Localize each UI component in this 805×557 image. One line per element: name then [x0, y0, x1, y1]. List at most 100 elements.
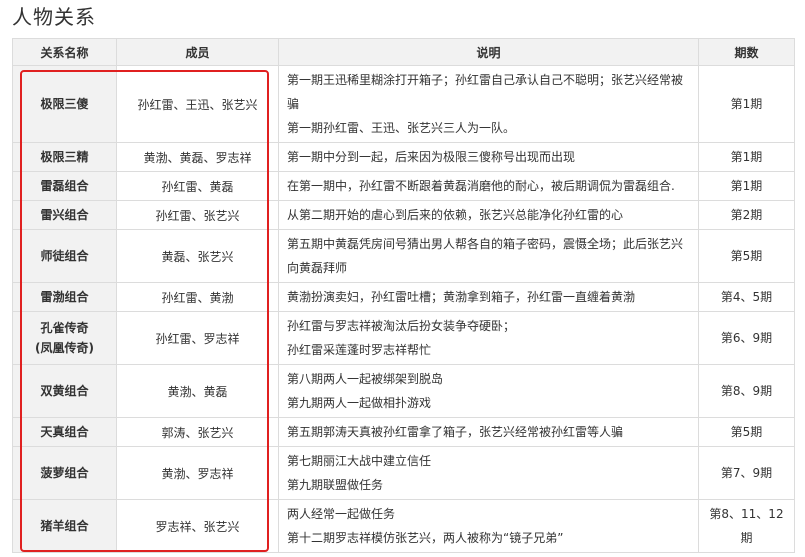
relation-name-cell: 雷磊组合 [12, 171, 117, 201]
period-text: 第1期 [730, 150, 763, 164]
period-text: 第5期 [730, 425, 763, 439]
period-cell: 第8、9期 [698, 364, 795, 418]
members-cell: 孙红雷、黄渤 [116, 282, 279, 312]
relation-name: 孔雀传奇 [40, 321, 89, 335]
column-header-description: 说明 [278, 38, 699, 66]
members-cell: 孙红雷、黄磊 [116, 171, 279, 201]
description-line: 第一期王迅稀里糊涂打开箱子；孙红雷自己承认自己不聪明；张艺兴经常被骗 [287, 73, 684, 111]
description-cell: 孙红雷与罗志祥被淘汰后扮女装争夺硬卧； 孙红雷采莲蓬时罗志祥帮忙 [278, 311, 699, 365]
members-cell: 黄磊、张艺兴 [116, 229, 279, 283]
description-cell: 从第二期开始的虐心到后来的依赖，张艺兴总能净化孙红雷的心 [278, 200, 699, 230]
members-cell: 孙红雷、罗志祥 [116, 311, 279, 365]
relation-name: 极限三精 [40, 150, 89, 164]
column-header-members: 成员 [116, 38, 279, 66]
relation-name-cell: 师徒组合 [12, 229, 117, 283]
relation-name-cell: 极限三精 [12, 142, 117, 172]
relation-name-cell: 极限三傻 [12, 65, 117, 143]
period-cell: 第1期 [698, 65, 795, 143]
relation-name: 天真组合 [40, 425, 89, 439]
page-title: 人物关系 [12, 5, 96, 29]
relation-name-cell: 双黄组合 [12, 364, 117, 418]
period-text: 第8、11、12 [709, 507, 784, 521]
table-row: 雷磊组合 孙红雷、黄磊 在第一期中，孙红雷不断跟着黄磊消磨他的耐心，被后期调侃为雷磊… [12, 171, 795, 201]
members-cell: 孙红雷、张艺兴 [116, 200, 279, 230]
description-line: 第八期两人一起被绑架到脱岛 [287, 372, 444, 386]
description-cell: 第八期两人一起被绑架到脱岛 第九期两人一起做相扑游戏 [278, 364, 699, 418]
table-row: 天真组合 郭涛、张艺兴 第五期郭涛天真被孙红雷拿了箱子，张艺兴经常被孙红雷等人骗 第5… [12, 417, 795, 447]
description-cell: 在第一期中，孙红雷不断跟着黄磊消磨他的耐心，被后期调侃为雷磊组合. [278, 171, 699, 201]
relation-name-cell: 天真组合 [12, 417, 117, 447]
description-cell: 两人经常一起做任务第十二期罗志祥模仿张艺兴，两人被称为“镜子兄弟” [278, 499, 699, 553]
period-cell: 第1期 [698, 171, 795, 201]
period-text: 第6、9期 [720, 331, 773, 345]
column-header-name: 关系名称 [12, 38, 117, 66]
period-text: 第7、9期 [720, 466, 773, 480]
description-cell: 第七期丽江大战中建立信任 第九期联盟做任务 [278, 446, 699, 500]
period-cell: 第5期 [698, 417, 795, 447]
period-cell: 第4、5期 [698, 282, 795, 312]
members-cell: 黄渤、黄磊、罗志祥 [116, 142, 279, 172]
table-row: 雷兴组合 孙红雷、张艺兴 从第二期开始的虐心到后来的依赖，张艺兴总能净化孙红雷的心 第… [12, 200, 795, 230]
period-cell: 第7、9期 [698, 446, 795, 500]
relation-name: 菠萝组合 [40, 466, 89, 480]
members-cell: 黄渤、黄磊 [116, 364, 279, 418]
relation-name-cell: 菠萝组合 [12, 446, 117, 500]
members-cell: 孙红雷、王迅、张艺兴 [116, 65, 279, 143]
table-row: 菠萝组合 黄渤、罗志祥 第七期丽江大战中建立信任 第九期联盟做任务 第7、9期 [12, 446, 795, 500]
relation-name-cell: 雷渤组合 [12, 282, 117, 312]
relation-name: 雷渤组合 [40, 290, 89, 304]
relation-name: 师徒组合 [40, 249, 89, 263]
description-line: 孙红雷与罗志祥被淘汰后扮女装争夺硬卧； [287, 319, 516, 333]
description-line: 在第一期中，孙红雷不断跟着黄磊消磨他的耐心，被后期调侃为雷磊组合. [287, 179, 675, 193]
period-text: 第4、5期 [720, 290, 773, 304]
description-cell: 第一期中分到一起，后来因为极限三傻称号出现而出现 [278, 142, 699, 172]
table-header-row: 关系名称 成员 说明 期数 [12, 38, 795, 66]
description-cell: 第五期中黄磊凭房间号猜出男人帮各自的箱子密码，震慑全场；此后张艺兴向黄磊拜师 [278, 229, 699, 283]
table-row: 孔雀传奇 (凤凰传奇) 孙红雷、罗志祥 孙红雷与罗志祥被淘汰后扮女装争夺硬卧； 孙红雷采… [12, 311, 795, 365]
table-row: 双黄组合 黄渤、黄磊 第八期两人一起被绑架到脱岛 第九期两人一起做相扑游戏 第8、9期 [12, 364, 795, 418]
description-line: 黄渤扮演卖妇，孙红雷吐槽；黄渤拿到箱子，孙红雷一直缠着黄渤 [287, 290, 636, 304]
table-row: 师徒组合 黄磊、张艺兴 第五期中黄磊凭房间号猜出男人帮各自的箱子密码，震慑全场；此后… [12, 229, 795, 283]
description-cell: 第一期王迅稀里糊涂打开箱子；孙红雷自己承认自己不聪明；张艺兴经常被骗第一期孙红雷… [278, 65, 699, 143]
description-line: 第七期丽江大战中建立信任 [287, 454, 432, 468]
description-line: 第一期孙红雷、王迅、张艺兴三人为一队。 [287, 121, 516, 135]
description-cell: 黄渤扮演卖妇，孙红雷吐槽；黄渤拿到箱子，孙红雷一直缠着黄渤 [278, 282, 699, 312]
description-line: 第九期联盟做任务 [287, 478, 384, 492]
relation-name: 猪羊组合 [40, 519, 89, 533]
relation-name: 双黄组合 [40, 384, 89, 398]
relation-name: 雷兴组合 [40, 208, 89, 222]
description-line: 第十二期罗志祥模仿张艺兴，两人被称为“镜子兄弟” [287, 531, 564, 545]
relation-name-cell: 孔雀传奇 (凤凰传奇) [12, 311, 117, 365]
period-text: 第8、9期 [720, 384, 773, 398]
relationship-table: 关系名称 成员 说明 期数 极限三傻 孙红雷、王迅、张艺兴 第一期王迅稀里糊涂打开箱… [12, 38, 795, 553]
table-row: 极限三精 黄渤、黄磊、罗志祥 第一期中分到一起，后来因为极限三傻称号出现而出现 第1期 [12, 142, 795, 172]
description-line: 第一期中分到一起，后来因为极限三傻称号出现而出现 [287, 150, 576, 164]
period-text: 期 [740, 531, 753, 545]
period-cell: 第2期 [698, 200, 795, 230]
table-row: 极限三傻 孙红雷、王迅、张艺兴 第一期王迅稀里糊涂打开箱子；孙红雷自己承认自己不聪明… [12, 65, 795, 143]
period-text: 第1期 [730, 179, 763, 193]
period-text: 第2期 [730, 208, 763, 222]
relation-name-cell: 猪羊组合 [12, 499, 117, 553]
table-row: 雷渤组合 孙红雷、黄渤 黄渤扮演卖妇，孙红雷吐槽；黄渤拿到箱子，孙红雷一直缠着黄渤 第… [12, 282, 795, 312]
description-line: 第五期中黄磊凭房间号猜出男人帮各自的箱子密码，震慑全场；此后张艺兴向黄磊拜师 [287, 237, 684, 275]
table-body: 极限三傻 孙红雷、王迅、张艺兴 第一期王迅稀里糊涂打开箱子；孙红雷自己承认自己不聪明… [12, 65, 795, 553]
description-line: 第九期两人一起做相扑游戏 [287, 396, 432, 410]
period-cell: 第6、9期 [698, 311, 795, 365]
relation-name: (凤凰传奇) [35, 341, 94, 355]
table-row: 猪羊组合 罗志祥、张艺兴 两人经常一起做任务第十二期罗志祥模仿张艺兴，两人被称为“镜… [12, 499, 795, 553]
period-cell: 第8、11、12 期 [698, 499, 795, 553]
period-text: 第1期 [730, 97, 763, 111]
period-cell: 第1期 [698, 142, 795, 172]
description-line: 孙红雷采莲蓬时罗志祥帮忙 [287, 343, 432, 357]
relation-name-cell: 雷兴组合 [12, 200, 117, 230]
description-line: 第五期郭涛天真被孙红雷拿了箱子，张艺兴经常被孙红雷等人骗 [287, 425, 624, 439]
description-cell: 第五期郭涛天真被孙红雷拿了箱子，张艺兴经常被孙红雷等人骗 [278, 417, 699, 447]
period-text: 第5期 [730, 249, 763, 263]
members-cell: 黄渤、罗志祥 [116, 446, 279, 500]
description-line: 两人经常一起做任务 [287, 507, 396, 521]
members-cell: 罗志祥、张艺兴 [116, 499, 279, 553]
members-cell: 郭涛、张艺兴 [116, 417, 279, 447]
period-cell: 第5期 [698, 229, 795, 283]
relation-name: 雷磊组合 [40, 179, 89, 193]
